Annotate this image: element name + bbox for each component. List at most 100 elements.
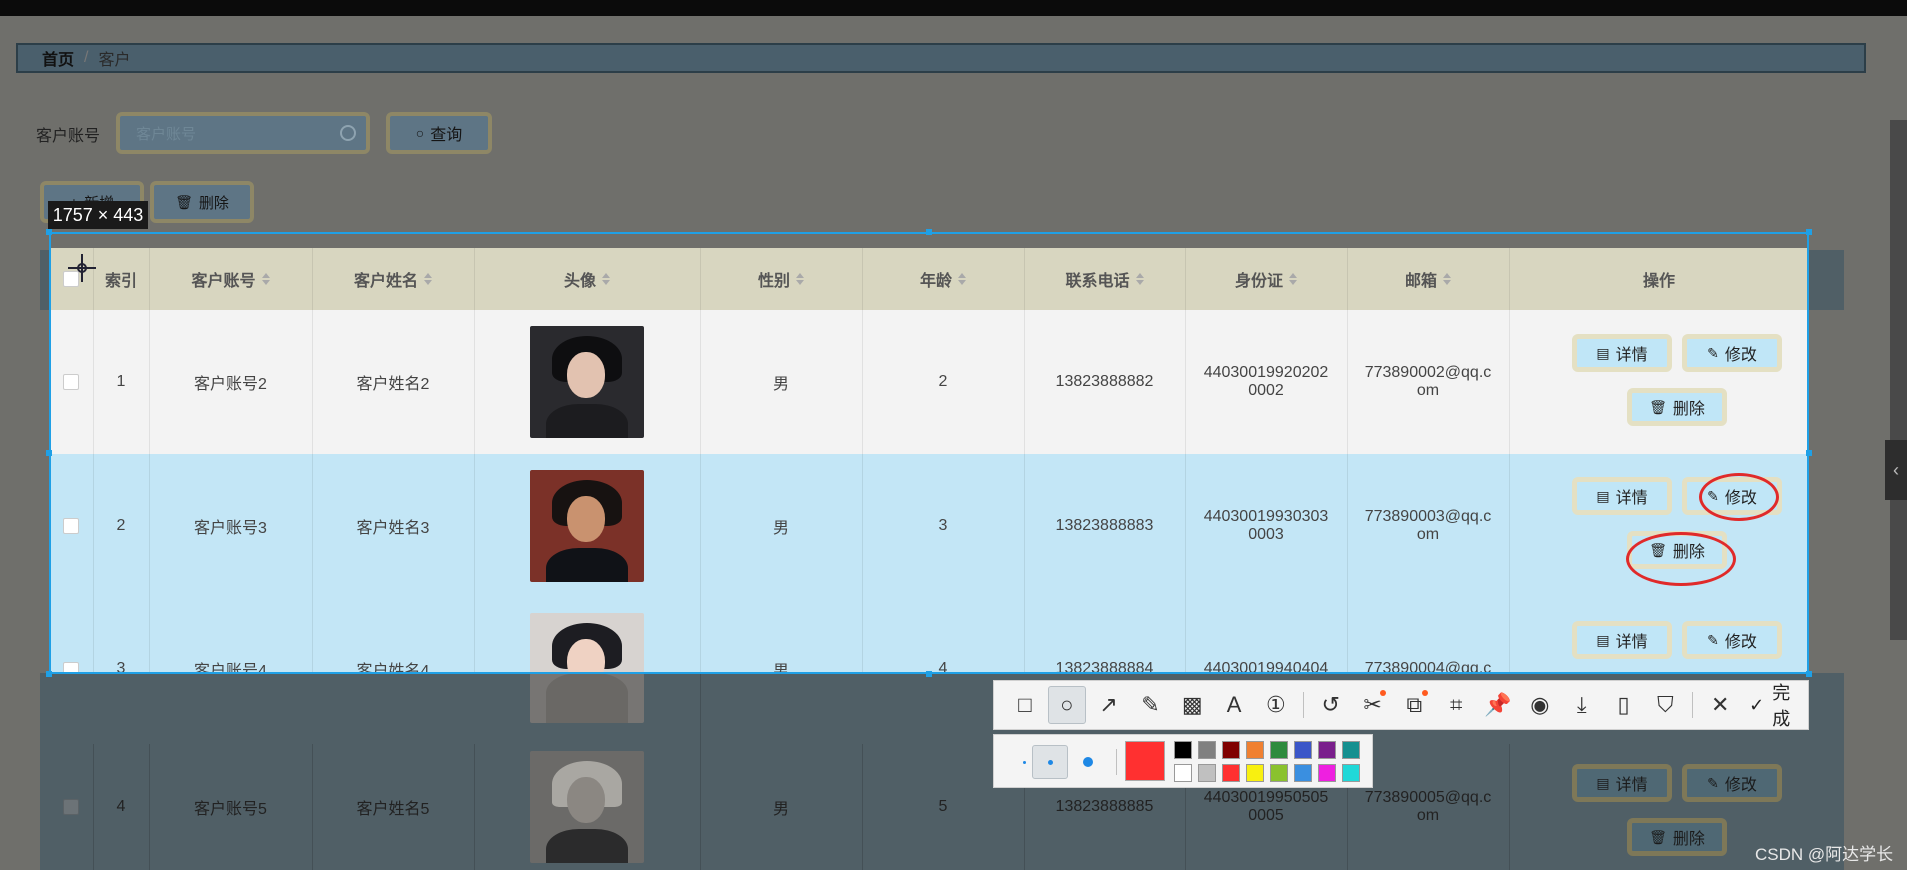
breadcrumb-home[interactable]: 首页 bbox=[42, 46, 74, 70]
cut-icon[interactable]: ✂ bbox=[1354, 686, 1392, 724]
color-swatch[interactable] bbox=[1198, 764, 1216, 782]
pin-icon[interactable]: 📌 bbox=[1479, 686, 1517, 724]
edit-button[interactable]: ✎ 修改 bbox=[1682, 477, 1782, 515]
row-checkbox[interactable] bbox=[63, 799, 79, 815]
pencil-icon[interactable]: ✎ bbox=[1132, 686, 1170, 724]
row-checkbox[interactable] bbox=[63, 374, 79, 390]
sort-icon bbox=[1289, 273, 1297, 285]
delete-button[interactable]: 🗑 删除 bbox=[1627, 388, 1727, 426]
stroke-size-large[interactable] bbox=[1070, 745, 1106, 779]
row-checkbox[interactable] bbox=[63, 662, 79, 673]
long-screenshot-icon[interactable]: ▯ bbox=[1605, 686, 1643, 724]
color-swatch[interactable] bbox=[1318, 741, 1336, 759]
color-swatch[interactable] bbox=[1342, 741, 1360, 759]
table-row[interactable]: 4 客户账号5 客户姓名5 男 5 13823888885 4403001995… bbox=[40, 744, 1844, 870]
toolbar-separator bbox=[1692, 692, 1694, 718]
query-button[interactable]: ○ 查询 bbox=[386, 112, 492, 154]
resize-handle[interactable] bbox=[926, 229, 932, 235]
color-swatch[interactable] bbox=[1294, 741, 1312, 759]
collapse-panel-button[interactable]: ‹ bbox=[1885, 440, 1907, 500]
delete-button[interactable]: 🗑 删除 bbox=[1627, 818, 1727, 856]
resize-handle[interactable] bbox=[1806, 229, 1812, 235]
arrow-icon[interactable]: ↗ bbox=[1090, 686, 1128, 724]
row-checkbox[interactable] bbox=[63, 517, 79, 534]
header-avatar[interactable]: 头像 bbox=[474, 248, 701, 310]
color-swatch[interactable] bbox=[1174, 764, 1192, 782]
record-icon[interactable]: ◉ bbox=[1521, 686, 1559, 724]
cell-idcard: 44030019920202 0002 bbox=[1185, 310, 1348, 454]
color-swatch[interactable] bbox=[1342, 764, 1360, 782]
detail-button[interactable]: ▤ 详情 bbox=[1572, 334, 1672, 372]
edit-button[interactable]: ✎ 修改 bbox=[1682, 334, 1782, 372]
search-icon: ○ bbox=[415, 125, 425, 141]
ocr-icon[interactable]: ⌗ bbox=[1437, 686, 1475, 724]
undo-icon[interactable]: ↺ bbox=[1312, 686, 1350, 724]
header-gender[interactable]: 性别 bbox=[700, 248, 863, 310]
table-row[interactable]: 1 客户账号2 客户姓名2 男 2 13823888882 4403001992… bbox=[49, 310, 1809, 454]
cell-account: 客户账号3 bbox=[149, 454, 313, 597]
resize-handle[interactable] bbox=[1806, 450, 1812, 456]
avatar[interactable] bbox=[530, 469, 644, 582]
header-phone[interactable]: 联系电话 bbox=[1024, 248, 1186, 310]
color-swatch[interactable] bbox=[1294, 764, 1312, 782]
annotation-toolbar: □ ○ ↗ ✎ ▩ A ① ↺ ✂ ⧉ ⌗ 📌 ◉ ⤓ ▯ ⛉ ✕ ✓ 完成 bbox=[993, 680, 1809, 730]
selection-size-label: 1757 × 443 bbox=[48, 201, 148, 229]
header-account[interactable]: 客户账号 bbox=[149, 248, 313, 310]
resize-handle[interactable] bbox=[1806, 671, 1812, 677]
detail-button[interactable]: ▤ 详情 bbox=[1572, 764, 1672, 802]
color-swatch[interactable] bbox=[1246, 741, 1264, 759]
trash-icon: 🗑 bbox=[1649, 542, 1667, 558]
search-input[interactable]: 客户账号 bbox=[116, 112, 370, 154]
color-swatch[interactable] bbox=[1270, 764, 1288, 782]
current-color-swatch[interactable] bbox=[1125, 741, 1165, 781]
color-swatch[interactable] bbox=[1174, 741, 1192, 759]
header-actions: 操作 bbox=[1642, 273, 1675, 290]
avatar[interactable] bbox=[530, 613, 644, 673]
cell-gender: 男 bbox=[700, 744, 863, 870]
header-age[interactable]: 年龄 bbox=[862, 248, 1025, 310]
color-swatch[interactable] bbox=[1270, 741, 1288, 759]
mosaic-icon[interactable]: ▩ bbox=[1173, 686, 1211, 724]
close-icon[interactable]: ✕ bbox=[1701, 686, 1739, 724]
delete-button[interactable]: 🗑 删除 bbox=[1627, 531, 1727, 569]
rectangle-icon[interactable]: □ bbox=[1006, 686, 1044, 724]
detail-button[interactable]: ▤ 详情 bbox=[1572, 621, 1672, 659]
done-button[interactable]: ✓ 完成 bbox=[1749, 679, 1808, 731]
bookmark-icon[interactable]: ⛉ bbox=[1646, 686, 1684, 724]
color-swatch[interactable] bbox=[1318, 764, 1336, 782]
avatar[interactable] bbox=[530, 326, 644, 438]
ellipse-icon[interactable]: ○ bbox=[1047, 686, 1086, 724]
edit-button[interactable]: ✎ 修改 bbox=[1682, 764, 1782, 802]
color-swatch[interactable] bbox=[1198, 741, 1216, 759]
avatar bbox=[530, 673, 644, 723]
table-row[interactable]: 2 客户账号3 客户姓名3 男 3 13823888883 4403001993… bbox=[49, 454, 1809, 597]
vertical-scrollbar[interactable] bbox=[1890, 120, 1907, 640]
color-swatch[interactable] bbox=[1246, 764, 1264, 782]
color-swatch[interactable] bbox=[1222, 741, 1240, 759]
download-icon[interactable]: ⤓ bbox=[1563, 686, 1601, 724]
resize-handle[interactable] bbox=[926, 671, 932, 677]
cell-idcard: 44030019940404 bbox=[1185, 597, 1348, 673]
number-icon[interactable]: ① bbox=[1257, 686, 1295, 724]
document-icon: ▤ bbox=[1596, 775, 1610, 791]
translate-icon[interactable]: ⧉ bbox=[1395, 686, 1433, 724]
breadcrumb: 首页 / 客户 bbox=[16, 43, 1866, 73]
text-icon[interactable]: A bbox=[1215, 686, 1253, 724]
edit-button[interactable]: ✎ 修改 bbox=[1682, 621, 1782, 659]
document-icon: ▤ bbox=[1596, 345, 1610, 361]
resize-handle[interactable] bbox=[46, 671, 52, 677]
resize-handle[interactable] bbox=[46, 450, 52, 456]
cell-email: 773890002@qq.c om bbox=[1347, 310, 1510, 454]
detail-button[interactable]: ▤ 详情 bbox=[1572, 477, 1672, 515]
header-index[interactable]: 索引 bbox=[93, 248, 150, 310]
resize-handle[interactable] bbox=[46, 229, 52, 235]
color-swatch[interactable] bbox=[1222, 764, 1240, 782]
avatar[interactable] bbox=[530, 751, 644, 863]
edit-icon: ✎ bbox=[1707, 775, 1719, 791]
header-idcard[interactable]: 身份证 bbox=[1185, 248, 1348, 310]
stroke-size-medium[interactable] bbox=[1032, 745, 1068, 779]
batch-delete-button[interactable]: 🗑 删除 bbox=[150, 181, 254, 223]
header-name[interactable]: 客户姓名 bbox=[312, 248, 475, 310]
table-row[interactable]: 3 客户账号4 客户姓名4 男 4 13823888884 4403001994… bbox=[49, 597, 1809, 673]
header-email[interactable]: 邮箱 bbox=[1347, 248, 1510, 310]
